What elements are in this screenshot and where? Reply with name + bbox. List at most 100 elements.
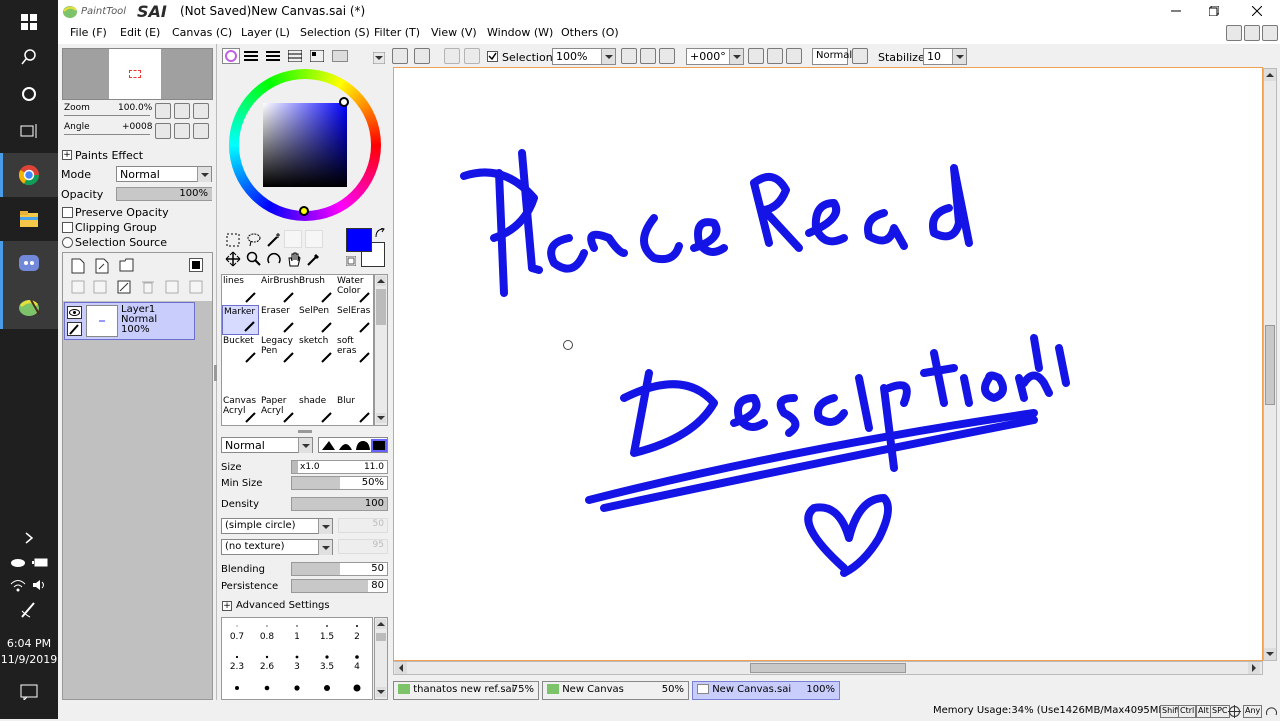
rotate-reset-button[interactable]: [786, 48, 802, 64]
delete-layer-icon[interactable]: [141, 280, 155, 297]
zoom-select[interactable]: 100%: [552, 48, 616, 65]
transparent-color-icon[interactable]: [345, 255, 357, 269]
merge-visible-icon[interactable]: [165, 280, 179, 297]
tool-brush[interactable]: Brush: [298, 275, 335, 305]
invert-selection-button[interactable]: [464, 48, 480, 64]
tool-water-color[interactable]: Water Color: [336, 275, 373, 305]
nav-zoom-reset-button[interactable]: [193, 103, 209, 119]
opacity-slider[interactable]: 100%: [116, 187, 212, 201]
tool-eraser[interactable]: Eraser: [260, 305, 297, 335]
scroll-right-arrow-icon[interactable]: [1248, 662, 1260, 674]
sv-picker-handle[interactable]: [339, 97, 349, 107]
show-hidden-icons-icon[interactable]: [0, 518, 58, 558]
panel-menu-chevron-icon[interactable]: [372, 51, 386, 67]
swap-colors-icon[interactable]: [375, 227, 385, 241]
tool-soft-eras[interactable]: soft eras: [336, 335, 373, 365]
clock-date[interactable]: 11/9/2019: [0, 653, 58, 666]
nav-zoom-in-button[interactable]: [174, 103, 190, 119]
layer-mode-select[interactable]: Normal: [116, 166, 212, 182]
tool-bucket[interactable]: Bucket: [222, 335, 259, 365]
clipping-group-checkbox[interactable]: [62, 222, 73, 233]
close-button[interactable]: [1242, 0, 1272, 22]
color-wheel-tab-icon[interactable]: [222, 48, 240, 64]
clear-layer-icon[interactable]: [117, 280, 131, 297]
nav-rotate-ccw-button[interactable]: [155, 123, 171, 139]
scroll-down-arrow-icon[interactable]: [376, 413, 386, 423]
rotate-tool-icon[interactable]: [266, 251, 282, 270]
advanced-settings-label[interactable]: Advanced Settings: [236, 600, 330, 611]
canvas-vertical-scrollbar[interactable]: [1263, 68, 1277, 661]
move-icon[interactable]: [225, 251, 241, 270]
rgb-slider-tab-icon[interactable]: [244, 50, 258, 65]
nav-rotate-cw-button[interactable]: [174, 123, 190, 139]
hsv-slider-tab-icon[interactable]: [266, 50, 280, 65]
zoom-slider[interactable]: [64, 115, 150, 116]
undo-button[interactable]: [392, 48, 408, 64]
color-wheel[interactable]: [229, 69, 381, 221]
brush-edge-selector[interactable]: [318, 437, 388, 453]
clock-time[interactable]: 6:04 PM: [0, 637, 58, 650]
merge-all-icon[interactable]: [189, 280, 203, 297]
zoom-in-button[interactable]: [640, 48, 656, 64]
tool-paper-acryl[interactable]: Paper Acryl: [260, 395, 297, 425]
menu-filter[interactable]: Filter (T): [374, 26, 420, 39]
menu-layer[interactable]: Layer (L): [241, 26, 290, 39]
mdi-close-button[interactable]: [1262, 25, 1278, 41]
presets-scroll-thumb[interactable]: [376, 633, 386, 641]
expand-plus-icon[interactable]: +: [222, 601, 232, 611]
tool-sketch[interactable]: sketch: [298, 335, 335, 365]
tool-seleras[interactable]: SelEras: [336, 305, 373, 335]
preserve-opacity-checkbox[interactable]: [62, 207, 73, 218]
redo-button[interactable]: [414, 48, 430, 64]
brush-shape-select[interactable]: (simple circle): [221, 518, 333, 534]
merge-down-icon[interactable]: [93, 280, 107, 297]
minimize-button[interactable]: [1161, 0, 1191, 22]
notifications-icon[interactable]: [0, 670, 58, 714]
file-explorer-icon[interactable]: [0, 197, 58, 241]
canvas-vscroll-thumb[interactable]: [1265, 325, 1275, 405]
new-linework-layer-icon[interactable]: [95, 258, 109, 277]
menu-window[interactable]: Window (W): [487, 26, 553, 39]
scroll-down-arrow-icon[interactable]: [376, 687, 386, 697]
scroll-left-arrow-icon[interactable]: [395, 662, 407, 674]
tool-grid-scroll-thumb[interactable]: [376, 289, 386, 325]
eyedropper-icon[interactable]: [306, 251, 322, 270]
size-multiplier[interactable]: x1.0: [300, 462, 320, 472]
volume-icon[interactable]: [32, 578, 48, 595]
navigator-preview[interactable]: [62, 48, 213, 100]
layer-panel-toggle[interactable]: [189, 258, 203, 272]
battery-icon[interactable]: [32, 556, 48, 571]
restore-button[interactable]: [1199, 0, 1229, 22]
canvas-tab-new-canvas-sai[interactable]: New Canvas.sai 100%: [692, 681, 840, 700]
deselect-button[interactable]: [444, 48, 460, 64]
task-view-icon[interactable]: [0, 109, 58, 153]
mdi-minimize-button[interactable]: [1226, 25, 1242, 41]
eye-icon[interactable]: [67, 306, 82, 319]
new-folder-icon[interactable]: [119, 258, 135, 275]
stabilizer-select[interactable]: 10: [923, 48, 967, 65]
angle-select[interactable]: +000°: [686, 48, 744, 65]
brush-blend-select[interactable]: Normal: [221, 437, 313, 453]
menu-view[interactable]: View (V): [431, 26, 477, 39]
canvas[interactable]: [393, 67, 1263, 661]
scratchpad-tab-icon[interactable]: [332, 50, 348, 62]
nav-zoom-out-button[interactable]: [155, 103, 171, 119]
blend-mode-select[interactable]: Normal: [812, 48, 852, 65]
canvas-tab-thanatos[interactable]: thanatos new ref.sai 75%: [393, 681, 539, 700]
scroll-up-arrow-icon[interactable]: [376, 619, 386, 629]
lasso-icon[interactable]: [246, 232, 262, 251]
presets-scrollbar[interactable]: [374, 617, 388, 700]
marquee-select-icon[interactable]: [225, 232, 241, 251]
hand-icon[interactable]: [286, 251, 302, 270]
scroll-up-arrow-icon[interactable]: [1264, 69, 1276, 81]
wifi-icon[interactable]: [10, 578, 26, 595]
tool-airbrush[interactable]: AirBrush: [260, 275, 299, 305]
tool-legacy-pen[interactable]: Legacy Pen: [260, 335, 297, 365]
scroll-up-arrow-icon[interactable]: [376, 276, 386, 286]
swatch-tab-icon[interactable]: [309, 49, 325, 65]
angle-slider[interactable]: [64, 134, 150, 135]
tool-lines[interactable]: lines: [222, 275, 259, 305]
zoom-tool-icon[interactable]: [246, 251, 262, 270]
texture-strength-slider[interactable]: 95: [338, 539, 388, 554]
tool-shade[interactable]: shade: [298, 395, 335, 425]
